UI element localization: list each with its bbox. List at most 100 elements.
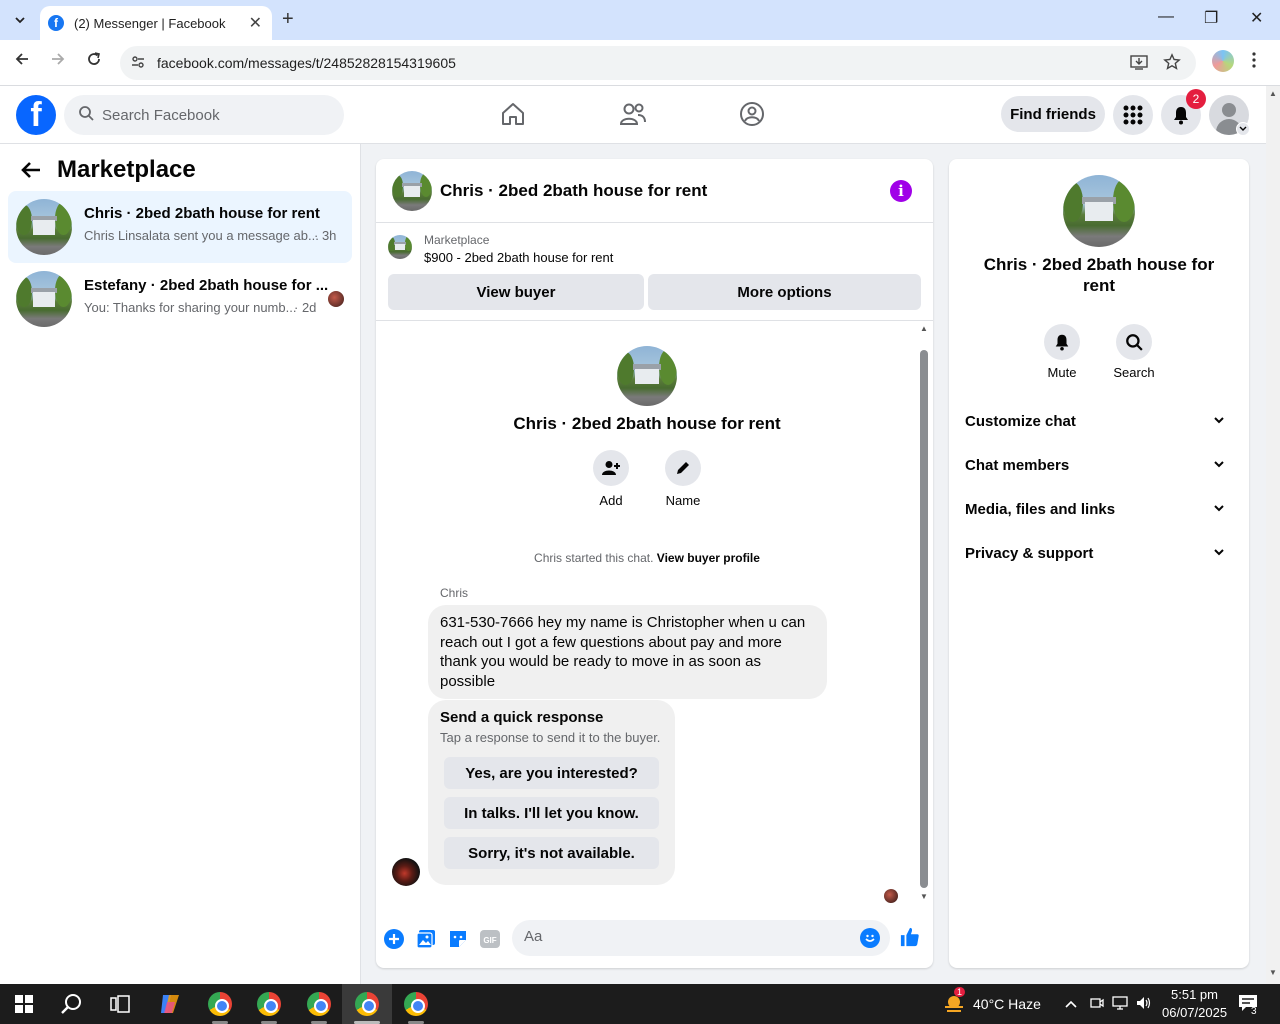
message-input-wrap[interactable]: [512, 920, 890, 956]
browser-toolbar: facebook.com/messages/t/2485282815431960…: [0, 40, 1280, 86]
thread-scrollbar[interactable]: ▲ ▼: [918, 322, 930, 902]
listing-thumbnail: [16, 199, 72, 255]
install-app-icon[interactable]: [1130, 53, 1148, 76]
marketplace-label: Marketplace: [424, 233, 490, 247]
browser-profile-avatar[interactable]: [1212, 50, 1234, 72]
back-icon[interactable]: [14, 51, 30, 72]
more-options-button[interactable]: More options: [648, 274, 921, 310]
browser-menu-icon[interactable]: [1252, 52, 1256, 73]
listing-title[interactable]: $900 - 2bed 2bath house for rent: [424, 250, 613, 265]
listing-thumbnail: [16, 271, 72, 327]
info-icon[interactable]: i: [890, 180, 912, 202]
clock-time[interactable]: 5:51 pm: [1171, 987, 1218, 1002]
privacy-support-section[interactable]: Privacy & support: [965, 535, 1233, 571]
find-friends-button[interactable]: Find friends: [1001, 96, 1105, 132]
quick-response-option[interactable]: Yes, are you interested?: [444, 757, 659, 789]
thumbs-up-icon[interactable]: [900, 927, 920, 947]
account-chevron-icon[interactable]: [1236, 122, 1250, 136]
taskbar-search-icon[interactable]: [58, 990, 86, 1018]
section-label: Privacy & support: [965, 544, 1094, 562]
restore-button[interactable]: ❐: [1204, 8, 1218, 28]
address-bar[interactable]: facebook.com/messages/t/2485282815431960…: [120, 46, 1196, 80]
photo-icon[interactable]: [416, 929, 436, 949]
marketplace-listing-bar: Marketplace $900 - 2bed 2bath house for …: [376, 223, 933, 321]
chat-header: Chris · 2bed 2bath house for rent i: [376, 159, 933, 223]
view-buyer-profile-link[interactable]: View buyer profile: [657, 551, 760, 565]
groups-icon[interactable]: [737, 99, 767, 129]
window-close-button[interactable]: ✕: [1250, 8, 1263, 28]
forward-icon[interactable]: [50, 51, 66, 72]
scroll-up-icon[interactable]: ▲: [920, 324, 928, 333]
add-person-icon: [602, 461, 620, 475]
media-files-links-section[interactable]: Media, files and links: [965, 491, 1233, 527]
facebook-favicon-icon: f: [48, 15, 64, 31]
minimize-button[interactable]: —: [1158, 8, 1174, 26]
search-in-chat-button[interactable]: [1116, 324, 1152, 360]
home-icon[interactable]: [498, 99, 528, 129]
url-text: facebook.com/messages/t/2485282815431960…: [157, 55, 456, 71]
mute-button[interactable]: [1044, 324, 1080, 360]
gif-icon[interactable]: GIF: [480, 929, 500, 949]
customize-chat-section[interactable]: Customize chat: [965, 403, 1233, 439]
chrome-app-icon[interactable]: [255, 990, 283, 1018]
chrome-app-icon[interactable]: [402, 990, 430, 1018]
clock-date[interactable]: 06/07/2025: [1162, 1005, 1227, 1020]
facebook-logo[interactable]: f: [16, 95, 56, 135]
scrollbar-thumb[interactable]: [920, 350, 928, 888]
friends-icon[interactable]: [618, 99, 648, 129]
message-bubble[interactable]: 631-530-7666 hey my name is Christopher …: [428, 605, 827, 699]
scroll-down-icon[interactable]: ▼: [1269, 968, 1277, 977]
message-composer: GIF: [376, 905, 933, 968]
conversation-item[interactable]: Estefany · 2bed 2bath house for ... You:…: [8, 263, 352, 335]
chrome-app-icon[interactable]: [305, 990, 333, 1018]
page-scrollbar[interactable]: ▲ ▼: [1266, 86, 1280, 984]
bookmark-star-icon[interactable]: [1163, 53, 1181, 76]
tab-search-button[interactable]: [6, 7, 34, 33]
meet-now-icon[interactable]: [1090, 996, 1104, 1013]
chevron-down-icon: [1214, 417, 1224, 424]
conversation-snippet: Chris Linsalata sent you a message ab...: [84, 228, 319, 243]
emoji-icon[interactable]: [860, 928, 880, 948]
windows-start-icon[interactable]: [10, 990, 38, 1018]
weather-text[interactable]: 40°C Haze: [973, 996, 1041, 1012]
new-tab-button[interactable]: +: [282, 8, 294, 31]
back-arrow-icon[interactable]: [20, 158, 42, 186]
search-icon: [78, 105, 94, 125]
windows-taskbar: 1 40°C Haze 5:51 pm 06/07/2025 3: [0, 984, 1280, 1024]
quick-response-option[interactable]: Sorry, it's not available.: [444, 837, 659, 869]
gif-text: GIF: [483, 936, 496, 945]
copilot-icon[interactable]: [156, 990, 184, 1018]
section-label: Customize chat: [965, 412, 1076, 430]
search-label: Search: [1113, 365, 1155, 380]
chat-avatar[interactable]: [392, 171, 432, 211]
tab-close-icon[interactable]: ✕: [249, 13, 262, 33]
browser-tab[interactable]: f (2) Messenger | Facebook ✕: [40, 6, 272, 40]
sender-avatar[interactable]: [392, 858, 420, 886]
facebook-search[interactable]: [64, 95, 344, 135]
task-view-icon[interactable]: [106, 990, 134, 1018]
scroll-down-icon[interactable]: ▼: [920, 892, 928, 901]
chat-profile-avatar: [617, 346, 677, 406]
read-receipt-avatar: [884, 889, 898, 903]
plus-circle-icon[interactable]: [384, 929, 404, 949]
site-info-icon[interactable]: [130, 54, 146, 73]
menu-grid-icon[interactable]: [1113, 95, 1153, 135]
chat-members-section[interactable]: Chat members: [965, 447, 1233, 483]
reload-icon[interactable]: [86, 51, 102, 72]
add-person-button[interactable]: [593, 450, 629, 486]
volume-icon[interactable]: [1136, 996, 1152, 1013]
edit-name-button[interactable]: [665, 450, 701, 486]
chat-title[interactable]: Chris · 2bed 2bath house for rent: [440, 181, 707, 201]
tray-chevron-up-icon[interactable]: [1064, 996, 1078, 1012]
network-icon[interactable]: [1112, 996, 1128, 1013]
conversation-item[interactable]: Chris · 2bed 2bath house for rent Chris …: [8, 191, 352, 263]
chrome-app-icon[interactable]: [206, 990, 234, 1018]
view-buyer-button[interactable]: View buyer: [388, 274, 644, 310]
sticker-icon[interactable]: [448, 929, 468, 949]
message-thread[interactable]: Chris · 2bed 2bath house for rent Add Na…: [376, 322, 933, 903]
scroll-up-icon[interactable]: ▲: [1269, 89, 1277, 98]
search-input[interactable]: [102, 106, 322, 124]
quick-response-option[interactable]: In talks. I'll let you know.: [444, 797, 659, 829]
message-input[interactable]: [524, 928, 844, 945]
chrome-app-icon[interactable]: [353, 990, 381, 1018]
